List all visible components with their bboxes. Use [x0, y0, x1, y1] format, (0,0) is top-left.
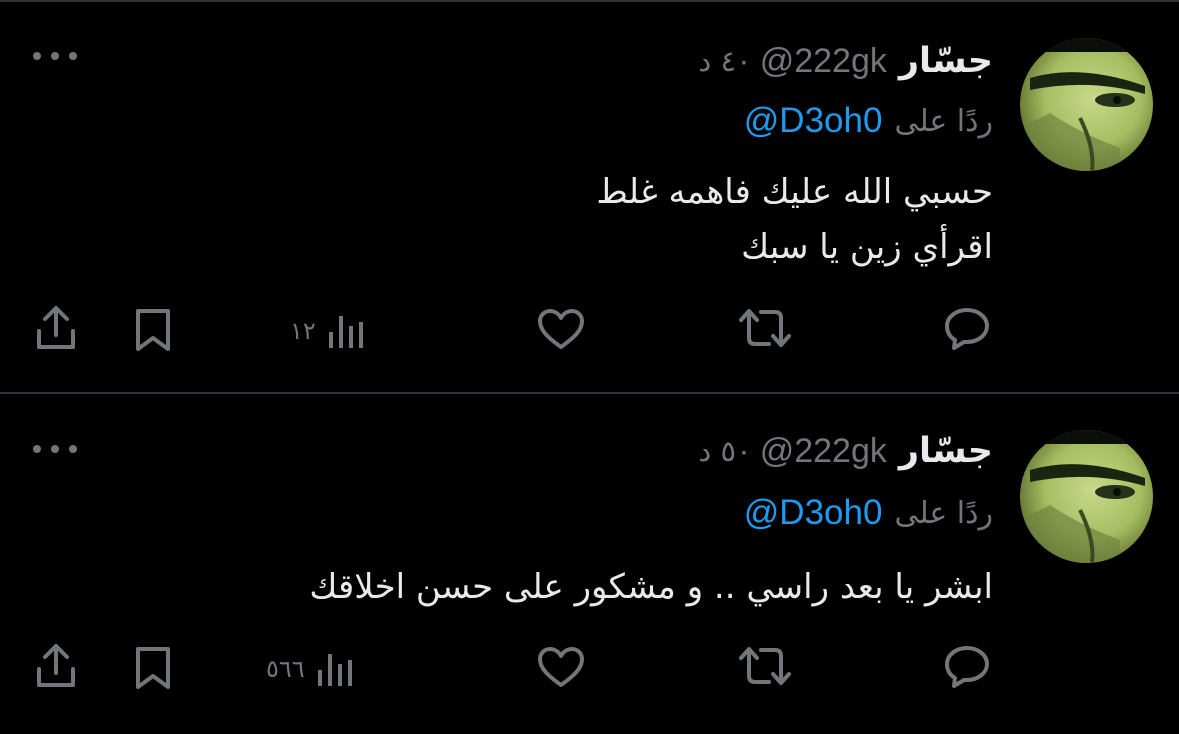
views-count: ١٢ — [290, 317, 316, 345]
like-icon — [538, 309, 584, 349]
reply-context: ردًا على @D3oh0 — [744, 96, 993, 146]
bookmark-button[interactable] — [133, 308, 173, 352]
views-icon — [328, 316, 363, 348]
reply-to-handle[interactable]: @D3oh0 — [744, 101, 883, 141]
like-button[interactable] — [537, 308, 585, 350]
views-icon — [317, 654, 352, 686]
more-icon-dot — [69, 52, 77, 60]
more-icon-dot — [69, 445, 77, 453]
tweet-text: ابشر يا بعد راسي .. و مشكور على حسن اخلا… — [309, 567, 993, 607]
bookmark-button[interactable] — [133, 646, 173, 690]
more-options-button[interactable] — [33, 46, 77, 66]
retweet-icon — [739, 309, 791, 347]
tweet[interactable]: جسّار @222gk ٥٠ د ردًا على @D3oh0 ابشر ي… — [0, 394, 1179, 734]
tweet[interactable]: جسّار @222gk ٤٠ د ردًا على @D3oh0 حسبي ا… — [0, 0, 1179, 393]
like-button[interactable] — [537, 646, 585, 688]
timestamp[interactable]: ٤٠ د — [698, 44, 751, 78]
views-count: ٥٦٦ — [266, 655, 305, 683]
display-name[interactable]: جسّار — [899, 431, 993, 471]
views-button[interactable]: ١٢ — [290, 314, 364, 348]
user-handle[interactable]: @222gk — [760, 432, 887, 471]
user-handle[interactable]: @222gk — [760, 42, 887, 81]
retweet-button[interactable] — [737, 308, 793, 348]
timestamp[interactable]: ٥٠ د — [698, 434, 751, 468]
reply-label: ردًا على — [894, 495, 993, 531]
reply-icon — [945, 646, 989, 688]
reply-button[interactable] — [944, 644, 990, 688]
display-name[interactable]: جسّار — [899, 41, 993, 81]
share-icon — [37, 306, 75, 349]
share-icon — [37, 644, 75, 687]
reply-label: ردًا على — [894, 103, 993, 139]
more-options-button[interactable] — [33, 439, 77, 459]
retweet-icon — [739, 647, 791, 685]
more-icon — [33, 52, 41, 60]
avatar[interactable] — [1020, 38, 1153, 171]
tweet-header: جسّار @222gk ٤٠ د — [698, 36, 993, 86]
views-button[interactable]: ٥٦٦ — [266, 652, 353, 686]
reply-button[interactable] — [944, 306, 990, 350]
retweet-button[interactable] — [737, 646, 793, 686]
tweet-header: جسّار @222gk ٥٠ د — [698, 426, 993, 476]
more-icon — [33, 445, 41, 453]
share-button[interactable] — [35, 643, 77, 689]
like-icon — [538, 647, 584, 687]
bookmark-icon — [136, 309, 170, 351]
avatar[interactable] — [1020, 430, 1153, 563]
share-button[interactable] — [35, 305, 77, 351]
reply-to-handle[interactable]: @D3oh0 — [744, 493, 883, 533]
tweet-text: حسبي الله عليك فاهمه غلط اقرأي زين يا سب… — [596, 172, 993, 267]
more-icon-dot — [51, 445, 59, 453]
bookmark-icon — [136, 647, 170, 689]
reply-context: ردًا على @D3oh0 — [744, 488, 993, 538]
reply-icon — [945, 308, 989, 350]
more-icon-dot — [51, 52, 59, 60]
